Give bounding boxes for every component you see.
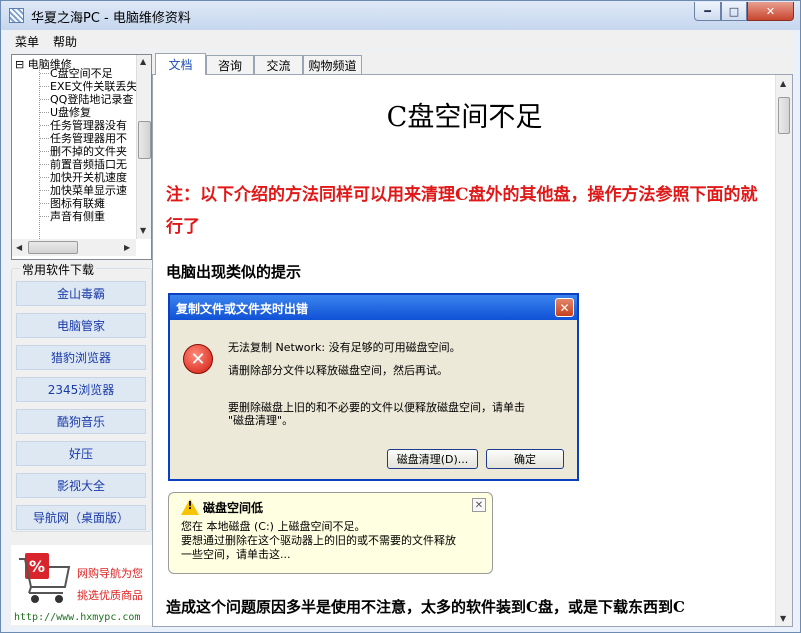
document-subtitle: 电脑出现类似的提示 <box>166 263 302 281</box>
software-button[interactable]: 影视大全 <box>16 473 146 498</box>
document-vertical-scrollbar[interactable]: ▲ ▼ <box>775 75 792 626</box>
tree-item[interactable]: 任务管理器没有 <box>50 119 127 132</box>
svg-text:%: % <box>29 557 45 576</box>
tree-hscroll-thumb[interactable] <box>28 241 78 254</box>
error-icon: ✕ <box>183 344 213 374</box>
tab-document[interactable]: 文档 <box>155 53 206 75</box>
error-dialog-title-text: 复制文件或文件夹时出错 <box>176 302 309 316</box>
tree-branch <box>40 203 49 204</box>
tree-horizontal-scrollbar[interactable]: ◀ ▶ <box>12 239 136 256</box>
shopping-ad[interactable]: % 网购导航为您 挑选优质商品 http://www.hxmypc.com <box>11 545 152 625</box>
error-message-4: "磁盘清理"。 <box>228 414 294 427</box>
close-icon: ✕ <box>765 4 776 18</box>
balloon-title: 磁盘空间低 <box>203 501 264 515</box>
software-button[interactable]: 酷狗音乐 <box>16 409 146 434</box>
tree-item[interactable]: QQ登陆地记录查 <box>50 93 133 106</box>
balloon-line-1: 您在 本地磁盘 (C:) 上磁盘空间不足。 <box>181 520 366 533</box>
tree-item[interactable]: EXE文件关联丢失 <box>50 80 136 93</box>
minimize-button[interactable]: ━ <box>694 2 721 21</box>
scroll-up-icon[interactable]: ▲ <box>140 57 146 66</box>
tree-item[interactable]: 前置音频插口无 <box>50 158 127 171</box>
software-download-group: 常用软件下载 金山毒霸 电脑管家 猎豹浏览器 2345浏览器 酷狗音乐 好压 影… <box>11 261 152 532</box>
minimize-icon: ━ <box>704 4 711 18</box>
tab-consult[interactable]: 咨询 <box>206 55 254 75</box>
app-icon <box>9 8 24 23</box>
tree-item[interactable]: 加快菜单显示速 <box>50 184 127 197</box>
tab-exchange[interactable]: 交流 <box>254 55 303 75</box>
balloon-line-3: 一些空间，请单击这... <box>181 548 291 561</box>
tree-branch <box>40 138 49 139</box>
balloon-close-icon: ✕ <box>472 498 486 512</box>
scroll-down-icon[interactable]: ▼ <box>140 226 146 235</box>
tree-branch <box>40 151 49 152</box>
tree-item[interactable]: 任务管理器用不 <box>50 132 127 145</box>
scroll-right-icon[interactable]: ▶ <box>124 243 130 252</box>
shopping-cart-icon: % <box>19 553 71 603</box>
software-button[interactable]: 2345浏览器 <box>16 377 146 402</box>
document-scroll-thumb[interactable] <box>778 97 790 134</box>
tree-branch <box>40 73 49 74</box>
tree-item[interactable]: C盘空间不足 <box>50 67 113 80</box>
window-title: 华夏之海PC - 电脑维修资料 <box>31 11 191 26</box>
document-view: C盘空间不足 注：以下介绍的方法同样可以用来清理C盘外的其他盘，操作方法参照下面… <box>152 74 793 627</box>
tree-item[interactable]: 删不掉的文件夹 <box>50 145 127 158</box>
menu-main[interactable]: 菜单 <box>15 33 39 50</box>
tab-bar: 文档 咨询 交流 购物频道 <box>152 53 792 75</box>
close-button[interactable]: ✕ <box>747 2 794 21</box>
collapse-icon[interactable]: ⊟ <box>15 58 24 71</box>
ad-url[interactable]: http://www.hxmypc.com <box>14 612 140 623</box>
error-message-1: 无法复制 Network: 没有足够的可用磁盘空间。 <box>228 341 461 354</box>
ad-line-2: 挑选优质商品 <box>77 589 143 602</box>
dialog-close-icon: ✕ <box>555 298 574 317</box>
maximize-icon: □ <box>728 4 740 18</box>
scroll-left-icon[interactable]: ◀ <box>16 243 22 252</box>
balloon-line-2: 要想通过删除在这个驱动器上的旧的或不需要的文件释放 <box>181 534 456 547</box>
tree-scroll-thumb[interactable] <box>138 121 151 159</box>
disk-cleanup-button: 磁盘清理(D)... <box>387 449 478 469</box>
tree-branch <box>40 190 49 191</box>
error-message-2: 请删除部分文件以释放磁盘空间，然后再试。 <box>228 364 448 377</box>
topic-tree[interactable]: ⊟ 电脑维修 C盘空间不足 EXE文件关联丢失 QQ登陆地记录查 U盘修复 任务… <box>11 54 152 260</box>
title-bar: 华夏之海PC - 电脑维修资料 ━ □ ✕ <box>1 1 800 30</box>
tree-vertical-scrollbar[interactable]: ▲ ▼ <box>136 55 151 239</box>
tree-branch <box>40 125 49 126</box>
scroll-up-icon[interactable]: ▲ <box>780 79 786 88</box>
tree-branch <box>40 216 49 217</box>
app-window: 华夏之海PC - 电脑维修资料 ━ □ ✕ 菜单 帮助 ⊟ 电脑维修 C盘空间不… <box>0 0 801 633</box>
scroll-down-icon[interactable]: ▼ <box>780 614 786 623</box>
error-dialog-image: 复制文件或文件夹时出错 ✕ ✕ 无法复制 Network: 没有足够的可用磁盘空… <box>168 293 579 481</box>
tree-item[interactable]: 加快开关机速度 <box>50 171 127 184</box>
tab-shopping[interactable]: 购物频道 <box>303 55 362 75</box>
low-disk-balloon-image: ! 磁盘空间低 ✕ 您在 本地磁盘 (C:) 上磁盘空间不足。 要想通过删除在这… <box>168 492 493 574</box>
tree-branch <box>40 86 49 87</box>
ad-line-1: 网购导航为您 <box>77 567 143 580</box>
tree-item[interactable]: 图标有联瘫 <box>50 197 105 210</box>
warning-mark: ! <box>187 499 193 512</box>
tree-branch <box>40 164 49 165</box>
client-area: ⊟ 电脑维修 C盘空间不足 EXE文件关联丢失 QQ登陆地记录查 U盘修复 任务… <box>8 51 794 627</box>
tree-item[interactable]: U盘修复 <box>50 106 91 119</box>
software-button[interactable]: 导航网（桌面版） <box>16 505 146 530</box>
group-title: 常用软件下载 <box>20 261 97 278</box>
software-button[interactable]: 电脑管家 <box>16 313 146 338</box>
software-button[interactable]: 猎豹浏览器 <box>16 345 146 370</box>
tree-branch <box>40 112 49 113</box>
menu-bar: 菜单 帮助 <box>8 30 794 50</box>
tree-line <box>39 67 40 239</box>
menu-help[interactable]: 帮助 <box>53 33 77 50</box>
software-button[interactable]: 好压 <box>16 441 146 466</box>
tree-branch <box>40 177 49 178</box>
maximize-button[interactable]: □ <box>721 2 747 21</box>
document-paragraph: 造成这个问题原因多半是使用不注意，太多的软件装到C盘，或是下载东西到C <box>166 598 685 616</box>
tree-item[interactable]: 声音有侧重 <box>50 210 105 223</box>
tree-branch <box>40 99 49 100</box>
document-note: 注：以下介绍的方法同样可以用来清理C盘外的其他盘，操作方法参照下面的就行了 <box>166 185 758 237</box>
software-button[interactable]: 金山毒霸 <box>16 281 146 306</box>
error-dialog-title: 复制文件或文件夹时出错 ✕ <box>170 295 577 320</box>
ok-button: 确定 <box>486 449 564 469</box>
balloon-text: 您在 本地磁盘 (C:) 上磁盘空间不足。 要想通过删除在这个驱动器上的旧的或不… <box>181 520 486 562</box>
tree-content: ⊟ 电脑维修 C盘空间不足 EXE文件关联丢失 QQ登陆地记录查 U盘修复 任务… <box>12 55 136 239</box>
document-title: C盘空间不足 <box>386 102 543 133</box>
